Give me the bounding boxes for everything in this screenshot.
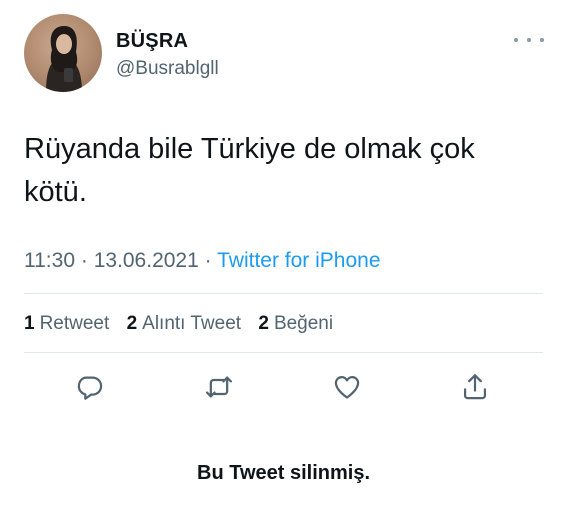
retweets-stat[interactable]: 1 Retweet (24, 313, 109, 334)
share-icon[interactable] (458, 370, 492, 404)
avatar[interactable] (24, 14, 102, 92)
display-name[interactable]: BÜŞRA (116, 30, 188, 53)
divider (24, 352, 543, 353)
likes-stat[interactable]: 2 Beğeni (258, 313, 333, 334)
tweet-text-line: Rüyanda bile Türkiye de olmak çok (24, 133, 475, 165)
likes-label: Beğeni (273, 313, 334, 334)
like-icon[interactable] (330, 370, 364, 404)
tweet-text: Rüyanda bile Türkiye de olmak çok kötü. (24, 128, 544, 214)
tweet-time[interactable]: 11:30 (24, 249, 75, 272)
meta-separator: · (204, 249, 212, 272)
retweets-count: 1 (24, 313, 35, 334)
tweet-source-link[interactable]: Twitter for iPhone (217, 249, 380, 272)
retweet-icon[interactable] (202, 370, 236, 404)
deleted-notice: Bu Tweet silinmiş. (197, 462, 370, 484)
tweet-text-line: kötü. (24, 176, 87, 208)
quotes-stat[interactable]: 2 Alıntı Tweet (127, 313, 242, 334)
likes-count: 2 (258, 313, 269, 334)
user-handle[interactable]: @Busrablgll (116, 58, 219, 80)
retweets-label: Retweet (39, 313, 110, 334)
quotes-label: Alıntı Tweet (142, 313, 242, 334)
more-options-icon[interactable] (514, 32, 544, 48)
tweet-meta: 11:30 · 13.06.2021 · Twitter for iPhone (24, 249, 381, 273)
divider (24, 293, 543, 294)
tweet-date[interactable]: 13.06.2021 (94, 249, 199, 272)
reply-icon[interactable] (73, 370, 107, 404)
meta-separator: · (80, 249, 88, 272)
tweet-stats: 1 Retweet 2 Alıntı Tweet 2 Beğeni (24, 313, 345, 335)
quotes-count: 2 (126, 313, 138, 334)
